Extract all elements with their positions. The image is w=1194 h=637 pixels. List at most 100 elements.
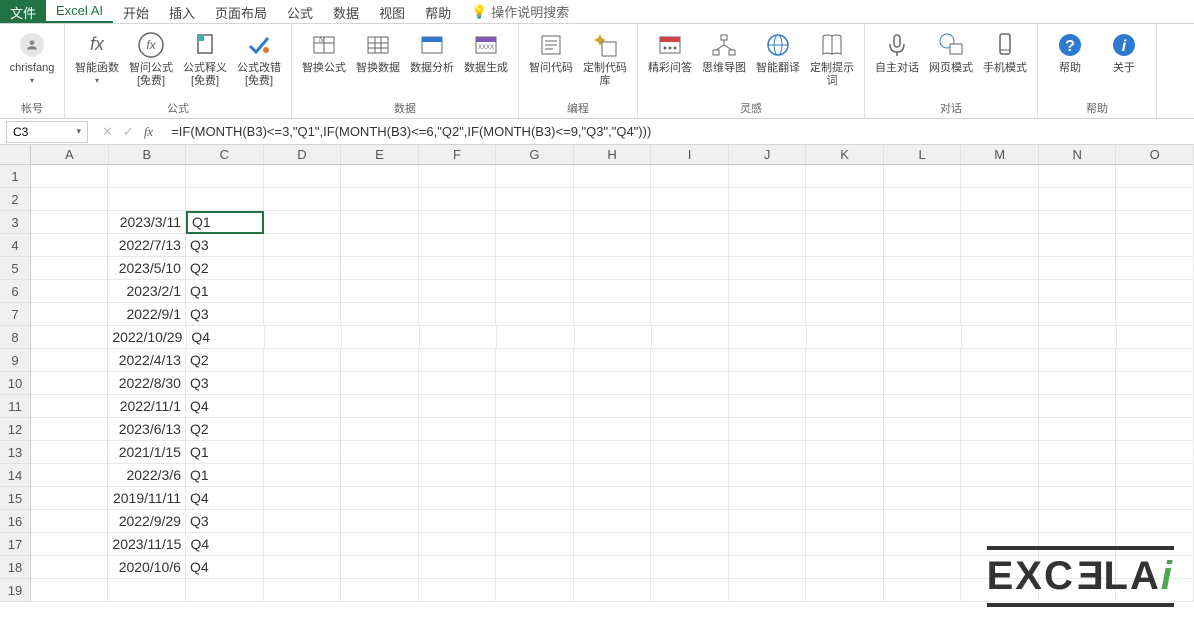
- cell[interactable]: [108, 165, 186, 188]
- tab-help[interactable]: 帮助: [415, 0, 461, 23]
- cell[interactable]: [1116, 418, 1194, 441]
- cell[interactable]: [496, 487, 574, 510]
- cell[interactable]: [884, 372, 962, 395]
- cell[interactable]: [729, 395, 807, 418]
- tab-excelai[interactable]: Excel AI: [46, 0, 113, 23]
- cell[interactable]: [31, 556, 109, 579]
- web-mode-button[interactable]: 网页模式: [925, 26, 977, 75]
- cell[interactable]: [419, 234, 497, 257]
- cell[interactable]: [806, 165, 884, 188]
- cell[interactable]: [341, 579, 419, 602]
- cell[interactable]: [419, 579, 497, 602]
- row-header[interactable]: 19: [0, 579, 31, 602]
- row-header[interactable]: 18: [0, 556, 31, 579]
- row-header[interactable]: 15: [0, 487, 31, 510]
- cell[interactable]: [496, 441, 574, 464]
- cell[interactable]: [341, 487, 419, 510]
- row-header[interactable]: 7: [0, 303, 31, 326]
- cell[interactable]: [729, 533, 807, 556]
- cell[interactable]: [806, 234, 884, 257]
- enter-icon[interactable]: ✓: [123, 124, 134, 140]
- cell[interactable]: [31, 280, 109, 303]
- cell[interactable]: [729, 510, 807, 533]
- row-header[interactable]: 16: [0, 510, 31, 533]
- cell[interactable]: [186, 579, 264, 602]
- cell[interactable]: 2019/11/11: [108, 487, 186, 510]
- cell[interactable]: [341, 372, 419, 395]
- cell[interactable]: [729, 556, 807, 579]
- cell[interactable]: [652, 326, 729, 349]
- cell[interactable]: [574, 234, 652, 257]
- cell[interactable]: [1039, 234, 1117, 257]
- cell[interactable]: [419, 372, 497, 395]
- row-header[interactable]: 5: [0, 257, 31, 280]
- cell[interactable]: [264, 280, 342, 303]
- fx-icon[interactable]: fx: [144, 124, 153, 140]
- cell[interactable]: [31, 487, 109, 510]
- cell[interactable]: [807, 326, 884, 349]
- cell[interactable]: [574, 510, 652, 533]
- fix-formula-button[interactable]: 公式改错 [免费]: [233, 26, 285, 88]
- cell[interactable]: [806, 510, 884, 533]
- custom-prompt-button[interactable]: 定制提示词: [806, 26, 858, 88]
- tab-formulas[interactable]: 公式: [277, 0, 323, 23]
- cell[interactable]: [496, 395, 574, 418]
- cell[interactable]: [574, 464, 652, 487]
- cell[interactable]: [419, 510, 497, 533]
- cell[interactable]: [496, 533, 574, 556]
- cell[interactable]: [1116, 211, 1194, 234]
- cell[interactable]: Q3: [186, 372, 264, 395]
- tell-me-search[interactable]: 💡 操作说明搜索: [461, 0, 579, 23]
- cell[interactable]: [651, 579, 729, 602]
- cell[interactable]: Q1: [186, 464, 264, 487]
- cancel-icon[interactable]: ✕: [102, 124, 113, 140]
- cell[interactable]: [1039, 510, 1117, 533]
- cell[interactable]: [651, 418, 729, 441]
- column-header[interactable]: L: [884, 145, 962, 164]
- cell[interactable]: [574, 418, 652, 441]
- cell[interactable]: [806, 487, 884, 510]
- cell[interactable]: [31, 234, 109, 257]
- cell[interactable]: [1039, 418, 1117, 441]
- row-header[interactable]: 4: [0, 234, 31, 257]
- cell[interactable]: [961, 487, 1039, 510]
- cell[interactable]: [419, 464, 497, 487]
- cell[interactable]: [884, 533, 962, 556]
- cell[interactable]: [1116, 188, 1194, 211]
- cell[interactable]: [884, 349, 962, 372]
- cell[interactable]: [341, 349, 419, 372]
- cell[interactable]: Q1: [186, 441, 264, 464]
- cell[interactable]: [341, 418, 419, 441]
- cell[interactable]: [884, 510, 962, 533]
- column-header[interactable]: M: [961, 145, 1039, 164]
- cell[interactable]: [806, 556, 884, 579]
- row-header[interactable]: 9: [0, 349, 31, 372]
- row-header[interactable]: 1: [0, 165, 31, 188]
- cell[interactable]: [419, 211, 497, 234]
- self-talk-button[interactable]: 自主对话: [871, 26, 923, 75]
- cell[interactable]: [961, 395, 1039, 418]
- cell[interactable]: [1117, 326, 1194, 349]
- cell[interactable]: [1039, 372, 1117, 395]
- cell[interactable]: [1039, 349, 1117, 372]
- cell[interactable]: [961, 234, 1039, 257]
- row-header[interactable]: 11: [0, 395, 31, 418]
- cell[interactable]: [961, 257, 1039, 280]
- cell[interactable]: [574, 395, 652, 418]
- cell[interactable]: [574, 211, 652, 234]
- cell[interactable]: Q4: [186, 395, 264, 418]
- cell[interactable]: 2022/4/13: [108, 349, 186, 372]
- cell[interactable]: [884, 395, 962, 418]
- tab-insert[interactable]: 插入: [159, 0, 205, 23]
- cell[interactable]: 2023/3/11: [108, 211, 186, 234]
- cell[interactable]: [651, 395, 729, 418]
- cell[interactable]: [341, 303, 419, 326]
- column-header[interactable]: D: [264, 145, 342, 164]
- cell[interactable]: [496, 579, 574, 602]
- cell[interactable]: [574, 257, 652, 280]
- cell[interactable]: [1116, 234, 1194, 257]
- tab-file[interactable]: 文件: [0, 0, 46, 23]
- cell[interactable]: [961, 418, 1039, 441]
- cell[interactable]: 2021/1/15: [108, 441, 186, 464]
- cell[interactable]: [884, 579, 962, 602]
